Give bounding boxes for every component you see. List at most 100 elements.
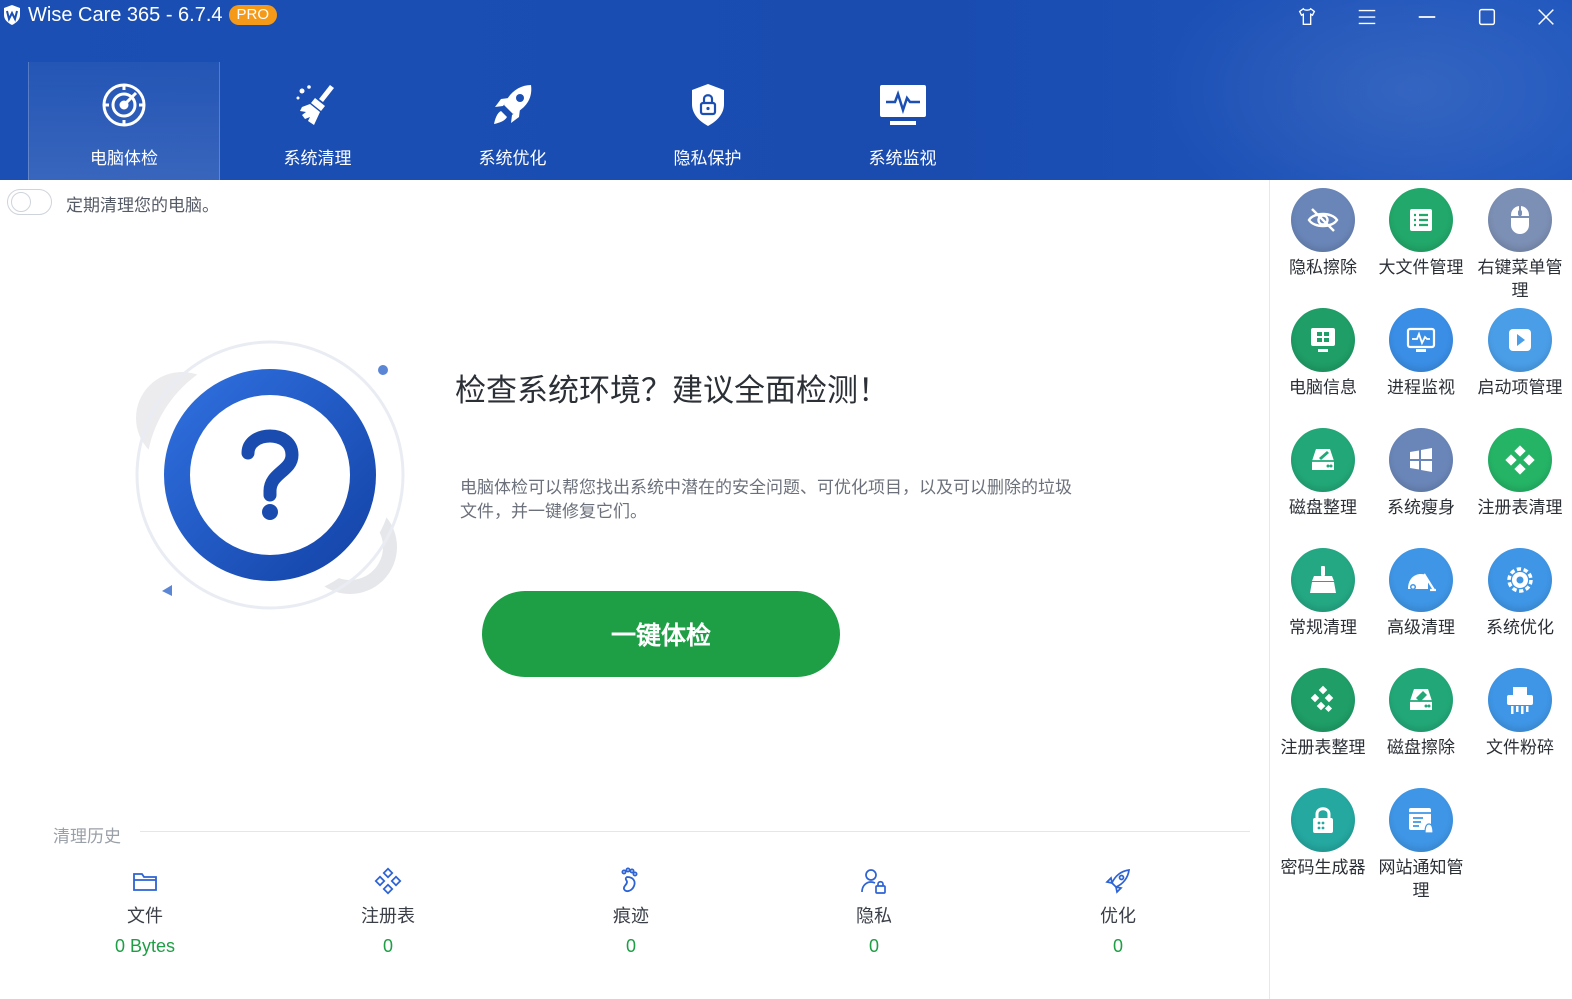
play-icon <box>1509 329 1531 351</box>
user-lock-icon <box>861 869 886 894</box>
web-notify-icon <box>1409 808 1434 834</box>
shredder-icon <box>1507 687 1533 714</box>
tool-label: 启动项管理 <box>1477 378 1563 398</box>
tab-label: 电脑体检 <box>90 149 158 169</box>
tab-system-optimize[interactable]: 系统优化 <box>415 62 610 180</box>
history-item-label: 隐私 <box>856 906 892 927</box>
tab-system-clean[interactable]: 系统清理 <box>220 62 415 180</box>
tool-web-notification-manager[interactable]: 网站通知管理 <box>1373 788 1469 903</box>
title-bar: Wise Care 365 - 6.7.4 PRO <box>0 0 278 30</box>
tool-label: 注册表整理 <box>1280 738 1366 758</box>
process-monitor-icon <box>1406 327 1436 352</box>
panel-divider <box>1269 180 1270 999</box>
app-title: Wise Care 365 - 6.7.4 <box>28 3 223 26</box>
maximize-icon <box>1478 8 1496 26</box>
history-item-traces: 痕迹 0 <box>531 866 731 957</box>
mouse-icon <box>1511 206 1529 234</box>
history-item-registry: 注册表 0 <box>288 866 488 957</box>
footprint-icon <box>621 867 638 893</box>
rocket-icon <box>1105 869 1130 894</box>
tool-label: 文件粉碎 <box>1486 738 1554 758</box>
tool-system-optimizer[interactable]: 系统优化 <box>1472 548 1568 640</box>
registry-defrag-icon <box>1310 685 1334 713</box>
tool-label: 密码生成器 <box>1280 858 1366 878</box>
history-item-privacy: 隐私 0 <box>774 866 974 957</box>
pro-badge: PRO <box>228 5 278 25</box>
tool-label: 右键菜单管理 <box>1477 258 1563 301</box>
history-item-value: 0 <box>1112 936 1123 956</box>
minimize-icon <box>1418 16 1436 18</box>
tool-common-clean[interactable]: 常规清理 <box>1275 548 1371 640</box>
history-item-value: 0 Bytes <box>114 936 176 956</box>
broom-icon <box>296 85 334 125</box>
close-button[interactable] <box>1526 2 1566 32</box>
tool-pc-info[interactable]: 电脑信息 <box>1275 308 1371 400</box>
tool-privacy-eraser[interactable]: 隐私擦除 <box>1275 188 1371 280</box>
tool-label: 网站通知管理 <box>1378 858 1464 901</box>
skin-icon <box>1298 7 1316 26</box>
tool-registry-cleaner[interactable]: 注册表清理 <box>1472 428 1568 520</box>
broom-icon <box>1310 566 1336 593</box>
tool-advanced-clean[interactable]: 高级清理 <box>1373 548 1469 640</box>
tool-label: 隐私擦除 <box>1289 258 1357 278</box>
tab-label: 隐私保护 <box>673 149 742 169</box>
password-lock-icon <box>1313 807 1333 833</box>
tab-pc-checkup[interactable]: 电脑体检 <box>28 62 220 180</box>
tab-privacy-protection[interactable]: 隐私保护 <box>610 62 805 180</box>
tab-label: 系统优化 <box>478 149 547 169</box>
tool-large-file-manager[interactable]: 大文件管理 <box>1373 188 1469 280</box>
tool-label: 常规清理 <box>1289 618 1357 638</box>
monitor-pulse-icon <box>879 85 926 125</box>
maximize-button[interactable] <box>1467 2 1507 32</box>
tool-registry-defrag[interactable]: 注册表整理 <box>1275 668 1371 760</box>
question-mark-illustration <box>135 340 405 610</box>
tool-file-shredder[interactable]: 文件粉碎 <box>1472 668 1568 760</box>
checkup-headline: 检查系统环境？建议全面检测！ <box>455 373 889 409</box>
registry-icon <box>374 867 402 895</box>
disk-erase-icon <box>1410 689 1432 710</box>
vacuum-icon <box>1408 573 1436 592</box>
app-logo-icon <box>4 5 20 25</box>
tab-system-monitor[interactable]: 系统监视 <box>805 62 1000 180</box>
tool-disk-defrag[interactable]: 磁盘整理 <box>1275 428 1371 520</box>
history-item-label: 文件 <box>127 906 163 927</box>
tab-label: 系统监视 <box>868 149 937 169</box>
history-item-value: 0 <box>625 936 636 956</box>
tool-label: 大文件管理 <box>1378 258 1464 278</box>
history-item-optimize: 优化 0 <box>1018 866 1218 957</box>
main-nav: 电脑体检 系统清理 系统优化 隐私保护 系统监视 <box>28 62 1000 180</box>
menu-button[interactable] <box>1347 2 1387 32</box>
pc-info-icon <box>1311 328 1335 352</box>
app-window: Wise Care 365 - 6.7.4 PRO 电脑体检 系统清理 系统优化… <box>0 0 1572 999</box>
history-item-value: 0 <box>868 936 879 956</box>
tool-context-menu-manager[interactable]: 右键菜单管理 <box>1472 188 1568 303</box>
file-list-icon <box>1410 209 1432 231</box>
minimize-button[interactable] <box>1407 2 1447 32</box>
history-item-value: 0 <box>382 936 393 956</box>
tool-label: 电脑信息 <box>1289 378 1357 398</box>
tool-process-monitor[interactable]: 进程监视 <box>1373 308 1469 400</box>
one-click-scan-button[interactable]: 一键体检 <box>482 591 840 677</box>
eye-off-icon <box>1307 208 1339 232</box>
schedule-toggle[interactable] <box>7 189 52 215</box>
schedule-label: 定期清理您的电脑。 <box>66 196 219 216</box>
tool-label: 进程监视 <box>1387 378 1455 398</box>
tool-password-generator[interactable]: 密码生成器 <box>1275 788 1371 880</box>
history-item-label: 痕迹 <box>613 906 649 927</box>
header-bar: Wise Care 365 - 6.7.4 PRO 电脑体检 系统清理 系统优化… <box>0 0 1572 180</box>
checkup-description: 电脑体检可以帮您找出系统中潜在的安全问题、可优化项目，以及可以删除的垃圾文件，并… <box>460 478 1072 522</box>
tool-startup-manager[interactable]: 启动项管理 <box>1472 308 1568 400</box>
windows-icon <box>1410 448 1432 472</box>
tool-system-slim[interactable]: 系统瘦身 <box>1373 428 1469 520</box>
history-divider <box>140 831 1250 832</box>
menu-icon <box>1358 9 1376 25</box>
radar-icon <box>102 83 146 127</box>
disk-defrag-icon <box>1312 449 1334 470</box>
skin-button[interactable] <box>1287 2 1327 32</box>
tool-label: 高级清理 <box>1387 618 1455 638</box>
folder-icon <box>133 873 157 891</box>
tool-label: 系统瘦身 <box>1387 498 1455 518</box>
rocket-icon <box>493 85 531 124</box>
tool-label: 磁盘整理 <box>1289 498 1357 518</box>
tool-disk-eraser[interactable]: 磁盘擦除 <box>1373 668 1469 760</box>
